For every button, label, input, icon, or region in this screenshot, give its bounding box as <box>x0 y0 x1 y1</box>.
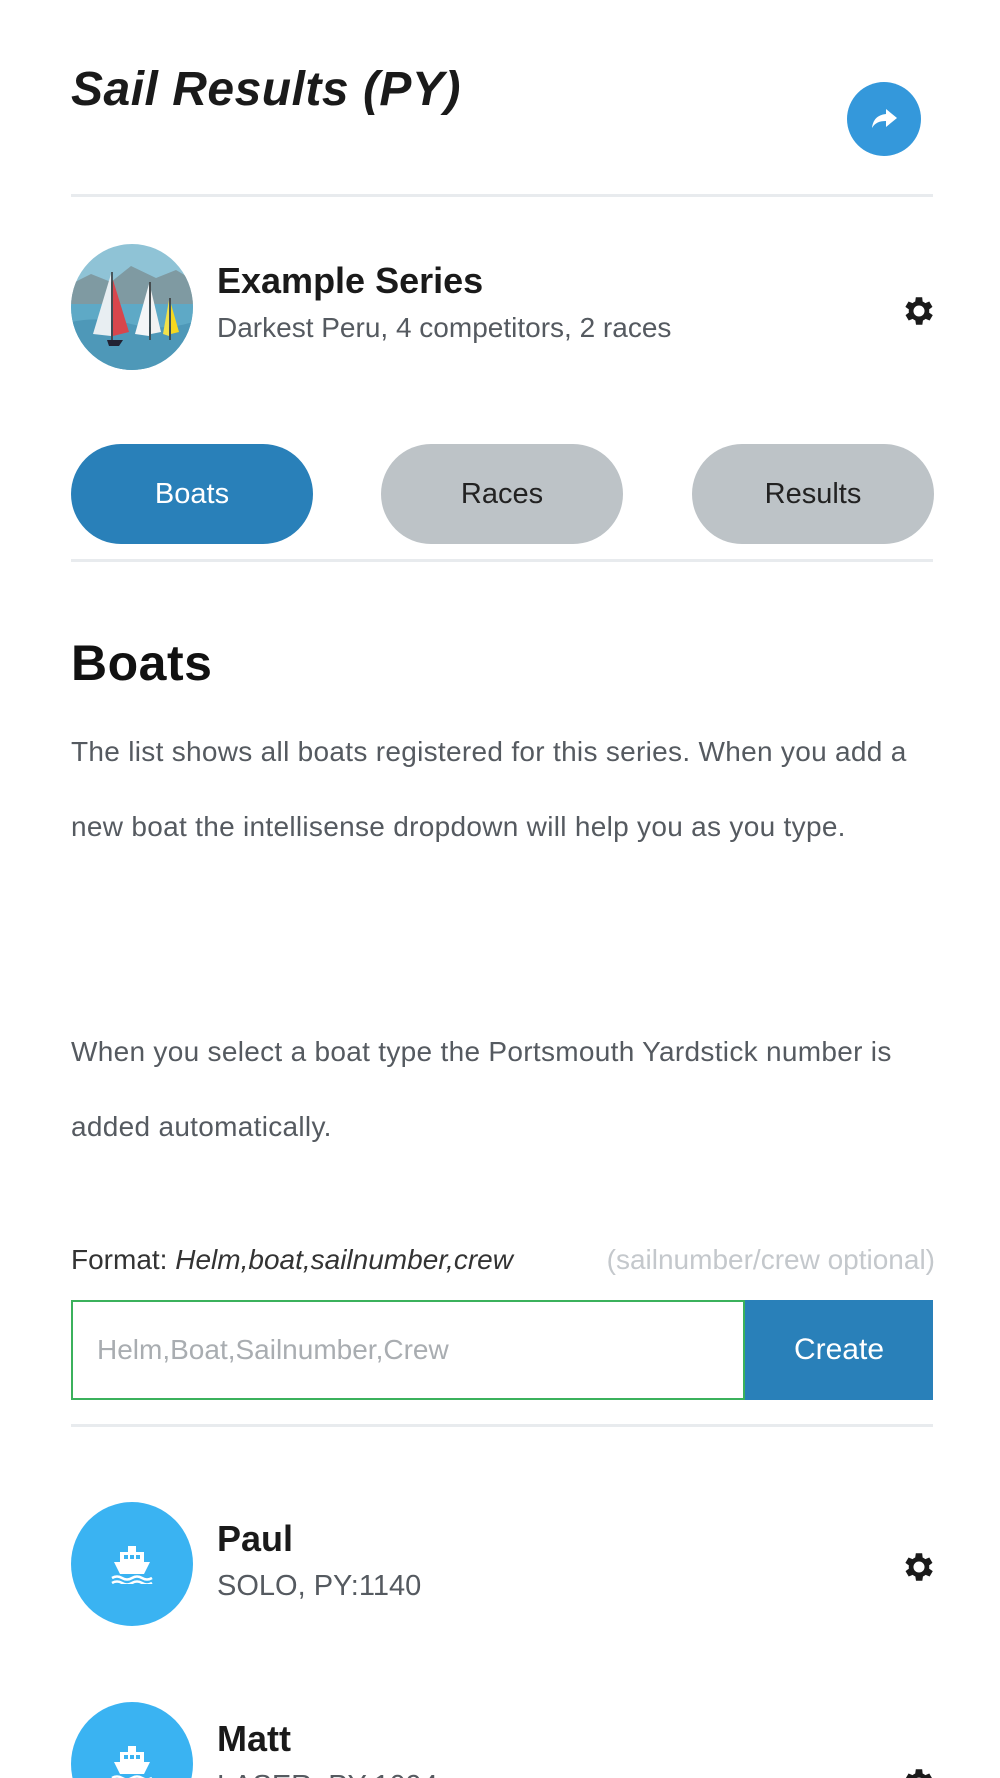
boat-settings-gear-icon[interactable] <box>900 1548 938 1586</box>
series-settings-gear-icon[interactable] <box>900 292 938 330</box>
form-divider <box>71 1424 933 1427</box>
share-icon <box>872 109 897 128</box>
boat-entry-input[interactable] <box>71 1300 745 1400</box>
sailboats-image <box>71 244 193 370</box>
boat-details: SOLO, PY:1140 <box>217 1570 422 1602</box>
format-hint: Format: Helm,boat,sailnumber,crew (sailn… <box>71 1244 935 1276</box>
create-button[interactable]: Create <box>745 1300 933 1400</box>
series-name: Example Series <box>217 260 484 301</box>
series-avatar <box>71 244 193 370</box>
tab-results[interactable]: Results <box>692 444 934 544</box>
tab-boats[interactable]: Boats <box>71 444 313 544</box>
ship-icon <box>111 1746 152 1778</box>
boat-avatar <box>71 1502 193 1626</box>
format-label: Format: <box>71 1244 168 1275</box>
series-details: Darkest Peru, 4 competitors, 2 races <box>217 312 672 343</box>
format-value: Helm,boat,sailnumber,crew <box>175 1244 513 1275</box>
boat-helm-name: Matt <box>217 1718 291 1759</box>
py-paragraph: When you select a boat type the Portsmou… <box>71 1036 892 1142</box>
share-button[interactable] <box>847 82 921 156</box>
format-optional-note: (sailnumber/crew optional) <box>606 1244 935 1275</box>
boat-helm-name: Paul <box>217 1518 294 1559</box>
app-title: Sail Results (PY) <box>71 63 461 116</box>
boat-avatar <box>71 1702 193 1778</box>
boat-settings-gear-icon[interactable] <box>900 1764 938 1778</box>
boat-details: LASER, PY:1094 <box>217 1770 438 1778</box>
boat-list-item[interactable]: Paul SOLO, PY:1140 <box>71 1502 933 1628</box>
tab-races[interactable]: Races <box>381 444 623 544</box>
section-title: Boats <box>71 635 213 691</box>
header-divider <box>71 194 933 197</box>
intro-paragraph: The list shows all boats registered for … <box>71 736 907 842</box>
series-summary: Example Series Darkest Peru, 4 competito… <box>71 244 933 370</box>
ship-icon <box>111 1546 153 1584</box>
tabs-divider <box>71 559 933 562</box>
boat-list-item[interactable]: Matt LASER, PY:1094 <box>71 1702 933 1778</box>
create-boat-form: Create <box>71 1300 933 1400</box>
